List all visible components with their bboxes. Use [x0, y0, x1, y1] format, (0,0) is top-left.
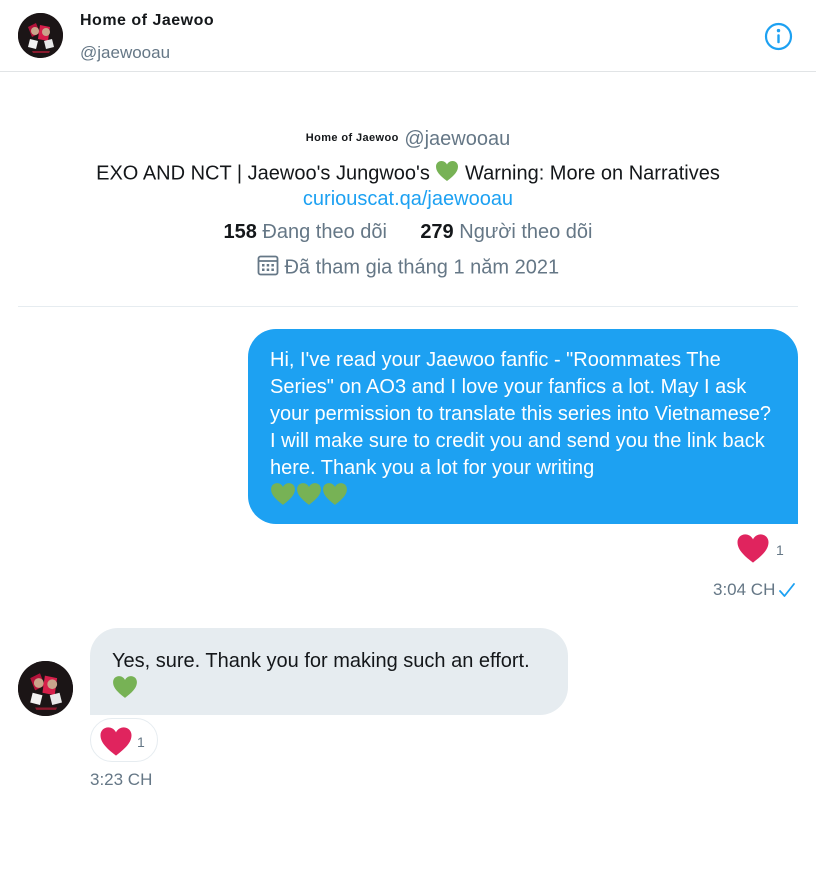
- following-count: 158: [223, 221, 257, 243]
- received-message-reaction[interactable]: 1: [90, 718, 158, 762]
- green-heart-emoji: [270, 482, 296, 514]
- red-heart-icon: [99, 726, 133, 762]
- received-message-text: Yes, sure. Thank you for making such an …: [112, 650, 530, 672]
- sent-message-time: 3:04 CH: [713, 580, 776, 599]
- profile-bio: EXO AND NCT | Jaewoo's Jungwoo's Warning…: [0, 160, 816, 188]
- header-handle: @jaewooau: [80, 43, 171, 62]
- calendar-icon: [257, 254, 279, 282]
- profile-bio-text-start: EXO AND NCT | Jaewoo's Jungwoo's: [96, 162, 436, 185]
- following-label: Đang theo dõi: [262, 221, 387, 243]
- profile-link[interactable]: curiouscat.qa/jaewooau: [0, 188, 816, 211]
- profile-bio-text-end: Warning: More on Narratives: [459, 162, 720, 185]
- reaction-count: 1: [137, 734, 145, 750]
- red-heart-icon: [736, 533, 770, 569]
- following-stat[interactable]: 158 Đang theo dõi: [223, 221, 386, 243]
- profile-joined-text: Đã tham gia tháng 1 năm 2021: [284, 256, 560, 279]
- sent-message-reaction[interactable]: 1: [736, 533, 784, 569]
- green-heart-emoji: [296, 482, 322, 514]
- conversation-header: Home of Jaewoo @jaewooau: [0, 0, 816, 72]
- checkmark-icon: [778, 581, 796, 604]
- received-message-time: 3:23 CH: [90, 770, 153, 789]
- reaction-count: 1: [776, 542, 784, 558]
- green-heart-emoji: [435, 160, 459, 188]
- header-avatar[interactable]: [18, 13, 63, 58]
- profile-stats: 158 Đang theo dõi 279 Người theo dõi: [0, 221, 816, 244]
- followers-stat[interactable]: 279 Người theo dõi: [420, 221, 592, 243]
- sender-avatar[interactable]: [18, 661, 73, 716]
- profile-joined: Đã tham gia tháng 1 năm 2021: [0, 254, 816, 282]
- profile-handle: @jaewooau: [404, 128, 511, 150]
- received-message-bubble[interactable]: Yes, sure. Thank you for making such an …: [90, 628, 568, 715]
- sent-message-bubble[interactable]: Hi, I've read your Jaewoo fanfic - "Room…: [248, 329, 798, 524]
- profile-name-line: Home of Jaewoo @jaewooau: [0, 128, 816, 151]
- green-heart-emoji: [112, 675, 138, 707]
- green-heart-emoji: [322, 482, 348, 514]
- profile-display-name[interactable]: Home of Jaewoo: [306, 132, 399, 144]
- info-icon[interactable]: [764, 22, 793, 51]
- profile-divider: [18, 306, 798, 307]
- followers-label: Người theo dõi: [459, 221, 593, 243]
- followers-count: 279: [420, 221, 454, 243]
- sent-message-text: Hi, I've read your Jaewoo fanfic - "Room…: [270, 349, 771, 479]
- header-display-name[interactable]: Home of Jaewoo: [80, 12, 214, 30]
